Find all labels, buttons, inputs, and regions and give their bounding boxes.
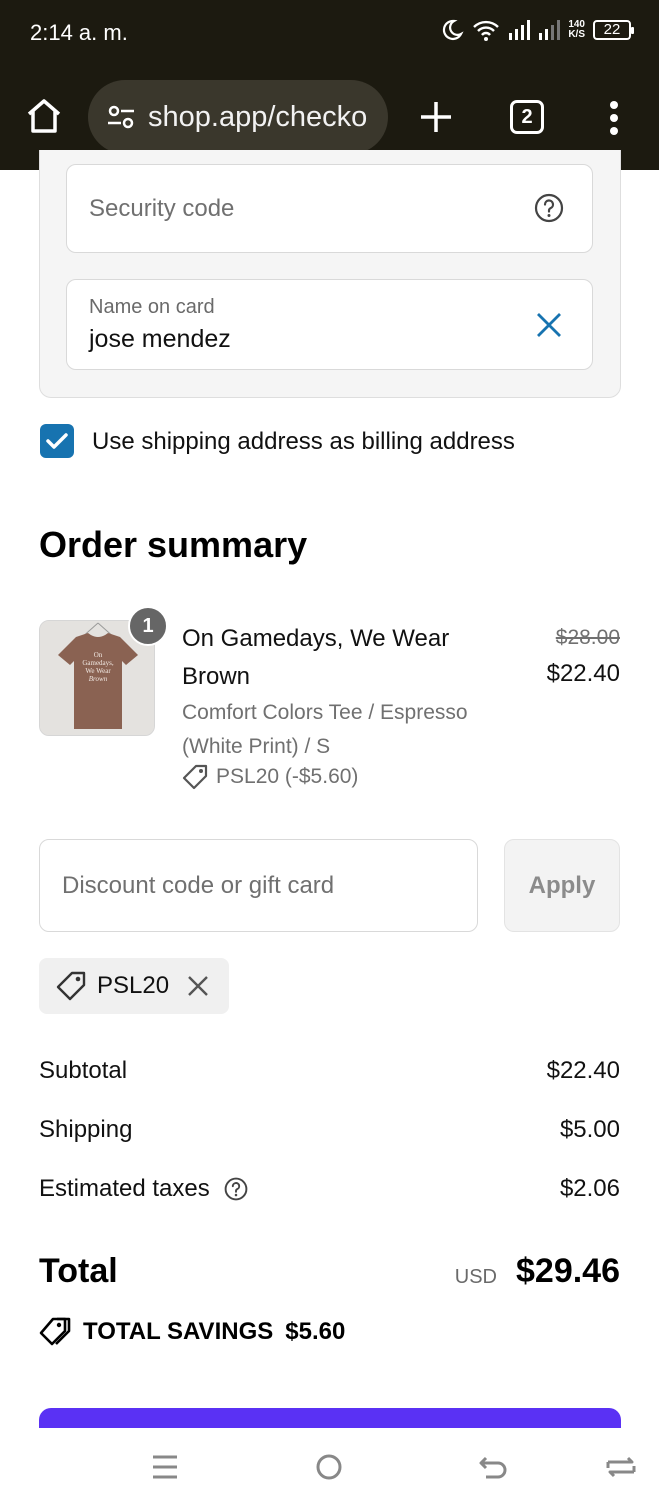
tag-icon (182, 764, 208, 790)
nav-back-icon[interactable] (476, 1450, 510, 1484)
nav-switch-icon[interactable] (604, 1450, 638, 1484)
close-icon[interactable] (534, 310, 564, 340)
line-item-discount: PSL20 (-$5.60) (182, 764, 358, 790)
battery-indicator: 22 (593, 20, 634, 40)
thumb-text-2: Gamedays, (82, 659, 114, 667)
original-price: $28.00 (555, 626, 620, 649)
system-nav-bar (0, 1428, 659, 1500)
total-savings: TOTAL SAVINGS $5.60 (39, 1316, 345, 1348)
status-icons: 140 K/S 22 (440, 18, 634, 42)
taxes-label: Estimated taxes (39, 1175, 210, 1202)
url-text: shop.app/checko (148, 100, 368, 133)
applied-code-label: PSL20 (97, 972, 170, 999)
check-icon (46, 433, 68, 449)
discount-code-input[interactable]: Discount code or gift card (39, 839, 478, 932)
thumb-text-1: On (94, 651, 103, 659)
shipping-label: Shipping (39, 1116, 133, 1143)
security-code-placeholder: Security code (89, 195, 235, 222)
taxes-help-icon[interactable] (224, 1177, 248, 1201)
nav-home-icon[interactable] (312, 1450, 346, 1484)
tag-icon (56, 971, 86, 1001)
speed-unit: K/S (568, 29, 585, 40)
help-icon[interactable] (534, 193, 564, 223)
name-on-card-field[interactable]: Name on card jose mendez (66, 279, 593, 370)
wifi-icon (473, 20, 500, 41)
new-tab-plus-icon[interactable] (416, 97, 456, 137)
tune-icon[interactable] (106, 102, 136, 132)
savings-label: TOTAL SAVINGS (83, 1318, 274, 1345)
subtotal-value: $22.40 (546, 1057, 620, 1084)
home-icon[interactable] (24, 96, 64, 136)
name-on-card-value: jose mendez (89, 325, 231, 353)
taxes-value: $2.06 (559, 1175, 620, 1202)
total-value: $29.46 (516, 1252, 620, 1290)
product-variant: Comfort Colors Tee / Espresso (White Pri… (182, 701, 468, 758)
quantity-badge: 1 (128, 606, 168, 646)
security-code-field[interactable]: Security code (66, 164, 593, 253)
product-title: On Gamedays, We Wear Brown (182, 625, 450, 690)
status-time: 2:14 a. m. (30, 20, 128, 45)
thumb-text-4: Brown (89, 675, 108, 683)
name-on-card-label: Name on card (89, 296, 215, 318)
taxes-row-label: Estimated taxes (39, 1175, 248, 1203)
do-not-disturb-icon (443, 19, 464, 41)
tab-switcher-button[interactable]: 2 (510, 100, 544, 134)
signal-icon (509, 20, 531, 40)
shipping-value: $5.00 (559, 1116, 620, 1143)
applied-code-chip: PSL20 (39, 958, 229, 1014)
order-summary-title: Order summary (39, 524, 308, 565)
url-bar[interactable]: shop.app/checko (88, 80, 388, 154)
subtotal-label: Subtotal (39, 1057, 128, 1084)
discount-code-placeholder: Discount code or gift card (62, 872, 335, 899)
savings-value: $5.60 (285, 1318, 346, 1345)
total-label: Total (39, 1252, 118, 1290)
nav-menu-icon[interactable] (148, 1450, 182, 1484)
apply-button[interactable]: Apply (504, 839, 620, 932)
item-price: $22.40 (546, 660, 620, 687)
remove-code-close-icon[interactable] (185, 973, 211, 999)
line-item-discount-text: PSL20 (-$5.60) (216, 765, 359, 788)
thumb-text-3: We Wear (85, 667, 111, 675)
browser-chrome: 2:14 a. m. 140 K/S 22 shop.app/checko 2 (0, 0, 659, 170)
signal-weak-icon (539, 20, 561, 40)
savings-tag-icon (39, 1317, 71, 1346)
billing-address-label[interactable]: Use shipping address as billing address (92, 428, 515, 456)
billing-address-checkbox[interactable] (40, 424, 74, 458)
network-speed: 140 K/S (568, 20, 585, 40)
currency-code: USD (454, 1266, 497, 1288)
more-vert-icon[interactable] (603, 100, 625, 136)
